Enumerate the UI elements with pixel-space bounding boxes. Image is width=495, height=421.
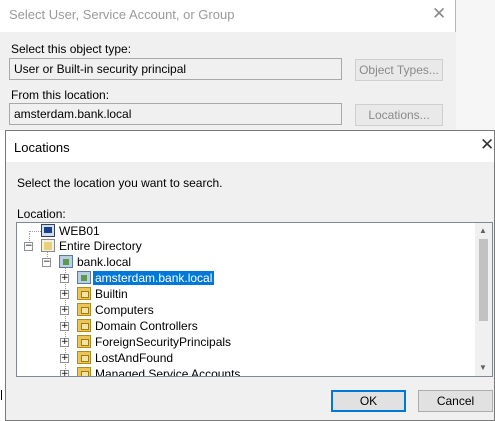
tree-item-builtin[interactable]: + Builtin (60, 286, 130, 302)
locations-titlebar: Locations ✕ (6, 131, 494, 162)
locations-instruction: Select the location you want to search. (17, 176, 223, 190)
folder-icon (77, 335, 91, 348)
close-icon[interactable]: ✕ (480, 135, 494, 155)
tree-item-entire-directory[interactable]: − Entire Directory (24, 238, 144, 254)
tree-scrollbar[interactable]: ▲ ▼ (475, 223, 492, 376)
locations-button[interactable]: Locations... (355, 104, 443, 126)
tree-item-bank-local[interactable]: − bank.local (42, 254, 133, 270)
domain-icon (59, 255, 73, 268)
tree-item-label: bank.local (77, 255, 132, 269)
tree-item-label: Computers (95, 303, 154, 317)
folder-icon (77, 303, 91, 316)
select-user-dialog: Select User, Service Account, or Group ✕… (0, 0, 456, 130)
domain-icon (77, 271, 91, 284)
expand-icon[interactable]: + (60, 370, 69, 376)
directory-icon (41, 239, 55, 252)
close-icon[interactable]: ✕ (432, 4, 446, 24)
location-tree-label: Location: (17, 207, 66, 221)
tree-item-label: Entire Directory (59, 239, 142, 253)
object-type-field: User or Built-in security principal (9, 58, 342, 80)
tree-item-domain-controllers[interactable]: + Domain Controllers (60, 318, 200, 334)
select-user-dialog-title: Select User, Service Account, or Group (9, 7, 235, 22)
folder-icon (77, 287, 91, 300)
tree-item-label: ForeignSecurityPrincipals (95, 335, 232, 349)
expand-icon[interactable]: + (60, 274, 69, 283)
folder-icon (77, 367, 91, 376)
tree-item-foreign-security-principals[interactable]: + ForeignSecurityPrincipals (60, 334, 233, 350)
scroll-down-icon[interactable]: ▼ (479, 363, 487, 372)
tree-connector (29, 231, 41, 232)
computer-icon (41, 224, 55, 237)
from-location-field: amsterdam.bank.local (9, 103, 342, 125)
scroll-up-icon[interactable]: ▲ (479, 226, 487, 235)
expand-icon[interactable]: + (60, 338, 69, 347)
from-location-label: From this location: (11, 88, 110, 102)
tree-item-label: Builtin (95, 287, 128, 301)
tree-item-label: amsterdam.bank.local (91, 270, 216, 286)
collapse-icon[interactable]: − (42, 258, 51, 267)
tree-item-web01[interactable]: WEB01 (41, 223, 102, 239)
tree-item-label: LostAndFound (95, 351, 174, 365)
expand-icon[interactable]: + (60, 354, 69, 363)
expand-icon[interactable]: + (60, 322, 69, 331)
location-tree[interactable]: WEB01 − Entire Directory − bank.local + … (16, 222, 493, 377)
folder-icon (77, 351, 91, 364)
tree-item-computers[interactable]: + Computers (60, 302, 156, 318)
scrollbar-thumb[interactable] (479, 239, 488, 321)
object-type-label: Select this object type: (11, 42, 132, 56)
locations-dialog-title: Locations (14, 140, 70, 155)
locations-dialog: Locations ✕ Select the location you want… (5, 130, 495, 421)
collapse-icon[interactable]: − (24, 242, 33, 251)
folder-icon (77, 319, 91, 332)
tree-item-amsterdam-bank-local[interactable]: + amsterdam.bank.local (60, 270, 216, 286)
select-user-dialog-body: Select this object type: User or Built-i… (0, 32, 456, 130)
expand-icon[interactable]: + (60, 290, 69, 299)
tree-item-lost-and-found[interactable]: + LostAndFound (60, 350, 175, 366)
cancel-button[interactable]: Cancel (418, 390, 493, 412)
ok-button[interactable]: OK (331, 390, 406, 412)
expand-icon[interactable]: + (60, 306, 69, 315)
object-types-button[interactable]: Object Types... (355, 59, 443, 81)
tree-item-label: WEB01 (59, 224, 100, 238)
tree-item-label: Managed Service Accounts (95, 367, 241, 377)
tree-item-managed-service-accounts[interactable]: + Managed Service Accounts (60, 366, 242, 377)
tree-item-label: Domain Controllers (95, 319, 198, 333)
